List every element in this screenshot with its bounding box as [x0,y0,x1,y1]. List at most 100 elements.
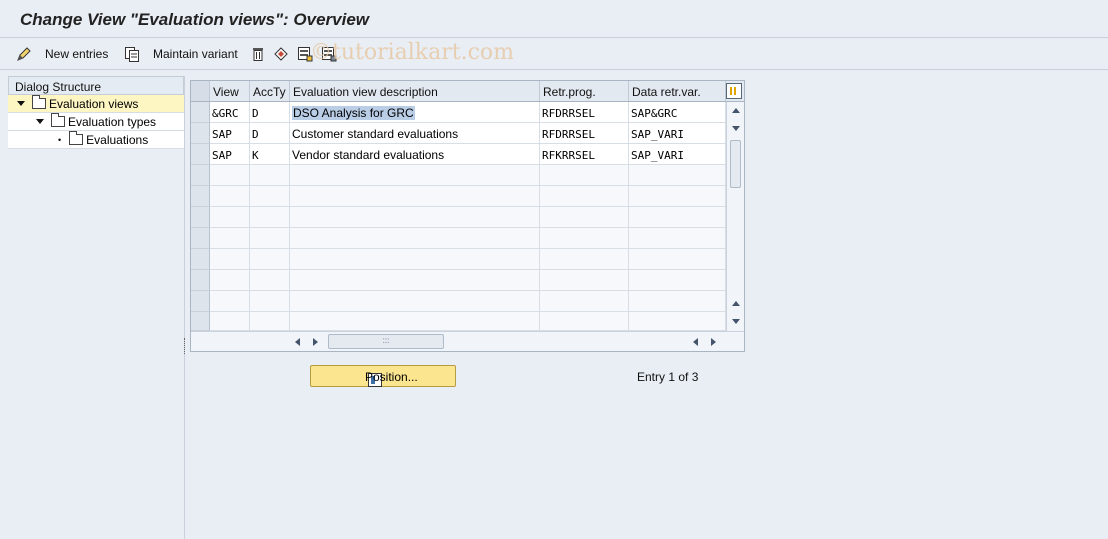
undo-button[interactable] [273,46,295,62]
empty-cell[interactable] [210,249,250,270]
scroll-right-icon[interactable] [313,338,318,346]
empty-cell[interactable] [629,165,726,186]
row-selector[interactable] [191,102,210,123]
cell-retr-prog[interactable]: RFKRRSEL [540,144,629,165]
row-selector[interactable] [191,165,210,186]
maintain-variant-button[interactable]: Maintain variant [124,46,238,62]
empty-cell[interactable] [290,270,540,291]
table-row[interactable]: SAP K Vendor standard evaluations RFKRRS… [191,144,726,165]
empty-cell[interactable] [290,291,540,312]
expand-triangle-icon[interactable] [17,101,25,106]
expand-triangle-icon[interactable] [36,119,44,124]
cell-description[interactable]: Customer standard evaluations [290,123,540,144]
horizontal-scrollbar[interactable]: ::: [191,331,744,351]
empty-cell[interactable] [629,312,726,331]
cell-retr-prog[interactable]: RFDRRSEL [540,102,629,123]
row-selector[interactable] [191,270,210,291]
scroll-page-up-icon[interactable] [732,301,740,306]
empty-cell[interactable] [629,207,726,228]
empty-table-row[interactable] [191,270,726,291]
cell-accty[interactable]: D [250,123,290,144]
row-selector[interactable] [191,144,210,165]
empty-cell[interactable] [540,186,629,207]
select-all-rows-cell[interactable] [191,81,210,101]
scroll-far-left-icon[interactable] [693,338,698,346]
cell-description[interactable]: DSO Analysis for GRC [290,102,540,123]
column-header-description[interactable]: Evaluation view description [290,81,540,101]
cell-accty[interactable]: D [250,102,290,123]
row-selector[interactable] [191,123,210,144]
cell-description[interactable]: Vendor standard evaluations [290,144,540,165]
cell-view[interactable]: SAP [210,123,250,144]
scroll-far-right-icon[interactable] [711,338,716,346]
empty-cell[interactable] [629,186,726,207]
cell-data-retr-var[interactable]: SAP_VARI [629,144,726,165]
empty-cell[interactable] [250,291,290,312]
empty-cell[interactable] [290,312,540,331]
empty-cell[interactable] [540,270,629,291]
empty-cell[interactable] [629,291,726,312]
empty-cell[interactable] [210,291,250,312]
empty-cell[interactable] [540,312,629,331]
scroll-up-icon[interactable] [732,108,740,113]
scroll-page-down-icon[interactable] [732,319,740,324]
row-selector[interactable] [191,207,210,228]
column-header-view[interactable]: View [210,81,250,101]
empty-cell[interactable] [250,312,290,331]
empty-cell[interactable] [210,207,250,228]
row-selector[interactable] [191,291,210,312]
empty-table-row[interactable] [191,228,726,249]
column-header-data-retr-var[interactable]: Data retr.var. [629,81,726,101]
panel-splitter[interactable] [184,338,186,354]
empty-table-row[interactable] [191,291,726,312]
cell-retr-prog[interactable]: RFDRRSEL [540,123,629,144]
empty-table-row[interactable] [191,165,726,186]
empty-cell[interactable] [210,312,250,331]
empty-cell[interactable] [250,249,290,270]
empty-cell[interactable] [250,228,290,249]
empty-cell[interactable] [210,270,250,291]
empty-cell[interactable] [290,165,540,186]
column-header-accty[interactable]: AccTy [250,81,290,101]
empty-cell[interactable] [540,291,629,312]
empty-cell[interactable] [250,207,290,228]
empty-cell[interactable] [290,207,540,228]
position-button[interactable]: Position... [310,365,456,387]
empty-table-row[interactable] [191,312,726,331]
tree-item-evaluations[interactable]: • Evaluations [8,131,184,149]
row-selector[interactable] [191,312,210,331]
empty-cell[interactable] [210,165,250,186]
empty-cell[interactable] [210,186,250,207]
cell-data-retr-var[interactable]: SAP&GRC [629,102,726,123]
empty-cell[interactable] [629,228,726,249]
delete-button[interactable] [250,46,272,62]
row-selector[interactable] [191,249,210,270]
scroll-down-icon[interactable] [732,126,740,131]
empty-cell[interactable] [290,249,540,270]
empty-cell[interactable] [540,228,629,249]
empty-table-row[interactable] [191,186,726,207]
empty-cell[interactable] [290,186,540,207]
scroll-left-icon[interactable] [295,338,300,346]
empty-cell[interactable] [540,165,629,186]
empty-cell[interactable] [250,165,290,186]
column-settings-icon[interactable] [726,83,742,99]
horizontal-scroll-thumb[interactable]: ::: [328,334,444,349]
row-selector[interactable] [191,228,210,249]
empty-cell[interactable] [210,228,250,249]
empty-cell[interactable] [629,249,726,270]
empty-cell[interactable] [540,249,629,270]
row-selector[interactable] [191,186,210,207]
empty-table-row[interactable] [191,207,726,228]
tree-item-evaluation-views[interactable]: Evaluation views [8,95,184,113]
cell-view[interactable]: SAP [210,144,250,165]
empty-cell[interactable] [290,228,540,249]
new-entries-button[interactable]: New entries [16,46,108,62]
column-header-retr-prog[interactable]: Retr.prog. [540,81,629,101]
cell-accty[interactable]: K [250,144,290,165]
empty-cell[interactable] [540,207,629,228]
empty-cell[interactable] [250,186,290,207]
cell-data-retr-var[interactable]: SAP_VARI [629,123,726,144]
table-row[interactable]: SAP D Customer standard evaluations RFDR… [191,123,726,144]
tree-item-evaluation-types[interactable]: Evaluation types [8,113,184,131]
